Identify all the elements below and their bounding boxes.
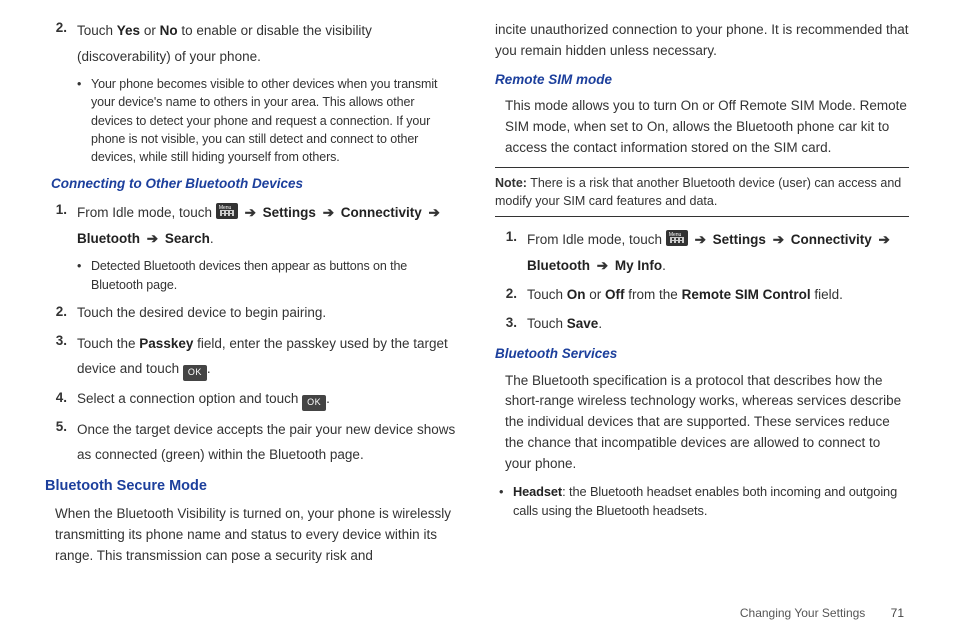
ok-icon: OK (302, 395, 326, 411)
note-block: Note: There is a risk that another Bluet… (495, 167, 909, 217)
right-column: incite unauthorized connection to your p… (495, 18, 909, 588)
list-item: 3. Touch the Passkey field, enter the pa… (45, 331, 459, 382)
page-columns: 2. Touch Yes or No to enable or disable … (45, 18, 909, 588)
ok-icon: OK (183, 365, 207, 381)
list-item: 2. Touch Yes or No to enable or disable … (45, 18, 459, 69)
bullet-item: • Headset: the Bluetooth headset enables… (499, 483, 909, 520)
section-title: Changing Your Settings (740, 606, 865, 620)
list-item: 2. Touch On or Off from the Remote SIM C… (495, 284, 909, 307)
list-item: 4. Select a connection option and touch … (45, 388, 459, 411)
list-item: 2. Touch the desired device to begin pai… (45, 302, 459, 325)
bullet-item: • Detected Bluetooth devices then appear… (77, 257, 459, 293)
list-item: 1. From Idle mode, touch ➔ Settings ➔ Co… (45, 200, 459, 251)
heading-bluetooth-services: Bluetooth Services (495, 344, 909, 364)
paragraph: When the Bluetooth Visibility is turned … (55, 504, 459, 567)
list-item: 3. Touch Save. (495, 313, 909, 336)
menu-icon (666, 230, 688, 246)
menu-icon (216, 203, 238, 219)
page-footer: Changing Your Settings 71 (740, 604, 904, 622)
paragraph: incite unauthorized connection to your p… (495, 20, 909, 62)
page-number: 71 (891, 606, 904, 620)
bullet-item: • Your phone becomes visible to other de… (77, 75, 459, 166)
heading-remote-sim: Remote SIM mode (495, 70, 909, 90)
list-item: 5. Once the target device accepts the pa… (45, 417, 459, 468)
heading-connecting: Connecting to Other Bluetooth Devices (51, 174, 459, 194)
left-column: 2. Touch Yes or No to enable or disable … (45, 18, 459, 588)
paragraph: This mode allows you to turn On or Off R… (505, 96, 909, 159)
heading-secure-mode: Bluetooth Secure Mode (45, 476, 459, 498)
paragraph: The Bluetooth specification is a protoco… (505, 371, 909, 476)
list-item: 1. From Idle mode, touch ➔ Settings ➔ Co… (495, 227, 909, 278)
